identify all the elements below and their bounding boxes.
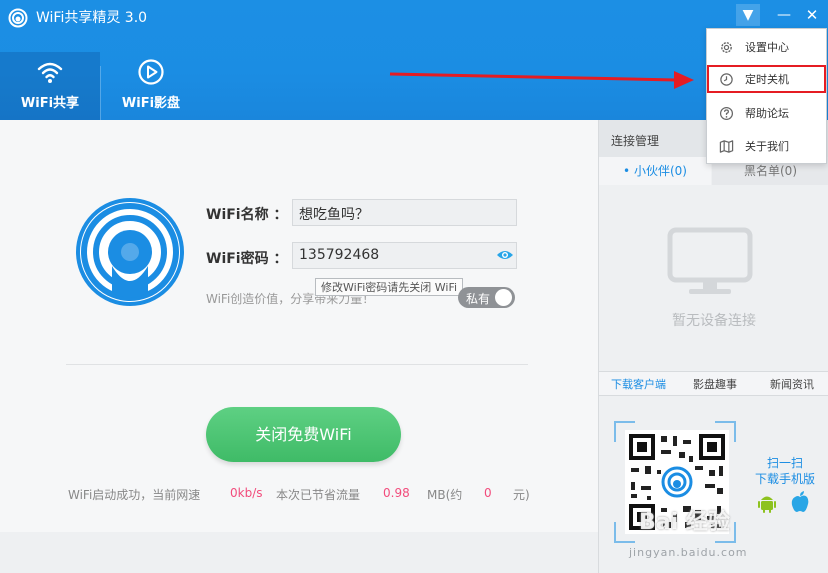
app-logo-icon: [8, 8, 28, 28]
tab-wifi-share-label: WiFi共享: [20, 96, 80, 111]
connection-panel: 连接管理 • 小伙伴(0) 黑名单(0) 暂无设备连接 下载客户端 影盘趣事 新…: [598, 120, 828, 573]
wifi-icon: [37, 62, 63, 83]
wifi-password-label: WiFi密码 ：: [206, 251, 288, 267]
play-circle-icon: [138, 59, 164, 85]
scan-text: 扫一扫 下载手机版: [745, 455, 825, 487]
menu-item-timed-shutdown-label: 定时关机: [745, 73, 789, 86]
apple-icon[interactable]: [789, 490, 811, 514]
saved-traffic-value: 0.98: [383, 486, 410, 500]
wifi-password-input[interactable]: 135792468: [292, 242, 517, 269]
saved-money-unit: 元): [513, 488, 530, 502]
close-button[interactable]: ✕: [800, 4, 824, 26]
main-panel: WiFi名称 ： 想吃鱼吗？ WiFi密码 ： 135792468 WiFi创造…: [0, 120, 598, 573]
menu-item-help-forum-label: 帮助论坛: [745, 107, 789, 120]
tab-wifi-share[interactable]: WiFi共享: [0, 52, 100, 120]
tab-news[interactable]: 新闻资讯: [770, 376, 814, 392]
toggle-knob: [495, 289, 512, 306]
tab-download-client[interactable]: 下载客户端: [611, 376, 666, 392]
baidu-watermark: Bai 经验: [639, 510, 730, 535]
wifi-name-label: WiFi名称 ：: [206, 207, 288, 223]
help-icon: [719, 106, 734, 121]
menu-item-about-us[interactable]: 关于我们: [707, 132, 826, 160]
saved-traffic-unit: MB(约: [427, 488, 463, 502]
menu-item-help-forum[interactable]: 帮助论坛: [707, 99, 826, 127]
tab-wifi-disk-label: WiFi影盘: [121, 96, 181, 111]
connection-title: 连接管理: [611, 134, 660, 148]
wifi-name-input[interactable]: 想吃鱼吗？: [292, 199, 517, 226]
eye-icon[interactable]: [496, 248, 514, 262]
menu-item-about-us-label: 关于我们: [745, 140, 789, 153]
tab-friends[interactable]: • 小伙伴(0): [599, 157, 711, 185]
saved-traffic-label: 本次已节省流量: [276, 488, 361, 502]
no-device-text: 暂无设备连接: [672, 313, 756, 329]
password-tooltip: 修改WiFi密码请先关闭 WiFi: [315, 278, 464, 296]
wifi-hotspot-logo: [76, 198, 184, 306]
menu-dropdown-button[interactable]: ▼: [736, 4, 760, 26]
clock-icon: [720, 73, 733, 86]
watermark-url: jingyan.baidu.com: [629, 546, 748, 559]
tab-disk-fun[interactable]: 影盘趣事: [693, 376, 737, 392]
close-free-wifi-button[interactable]: 关闭免费WiFi: [206, 407, 401, 462]
minimize-button[interactable]: —: [772, 4, 796, 26]
bottom-strip: [0, 532, 598, 573]
tab-wifi-disk[interactable]: WiFi影盘: [101, 52, 201, 120]
menu-item-settings[interactable]: 设置中心: [707, 33, 826, 61]
saved-money-value: 0: [484, 486, 492, 500]
section-divider: [66, 364, 528, 365]
title-bar: WiFi共享精灵 3.0 ▼ — ✕ WiFi共享 WiFi影盘: [0, 0, 828, 120]
app-title: WiFi共享精灵 3.0: [36, 10, 148, 26]
scan-line-2: 下载手机版: [754, 472, 815, 486]
menu-item-settings-label: 设置中心: [745, 41, 789, 54]
settings-dropdown: 设置中心 定时关机 帮助论坛 关于我们: [706, 28, 827, 164]
private-toggle-label: 私有: [466, 292, 491, 306]
gear-icon: [721, 42, 732, 53]
private-toggle[interactable]: 私有: [458, 287, 515, 308]
network-speed: 0kb/s: [230, 486, 263, 500]
monitor-icon: [667, 227, 753, 294]
scan-line-1: 扫一扫: [766, 456, 803, 470]
annotation-arrow: [389, 71, 694, 89]
menu-item-timed-shutdown[interactable]: 定时关机: [707, 65, 826, 93]
android-icon[interactable]: [757, 492, 777, 514]
status-prefix: WiFi启动成功，当前网速: [68, 488, 201, 502]
map-icon: [719, 140, 734, 153]
download-tabs: 下载客户端 影盘趣事 新闻资讯: [599, 371, 828, 396]
